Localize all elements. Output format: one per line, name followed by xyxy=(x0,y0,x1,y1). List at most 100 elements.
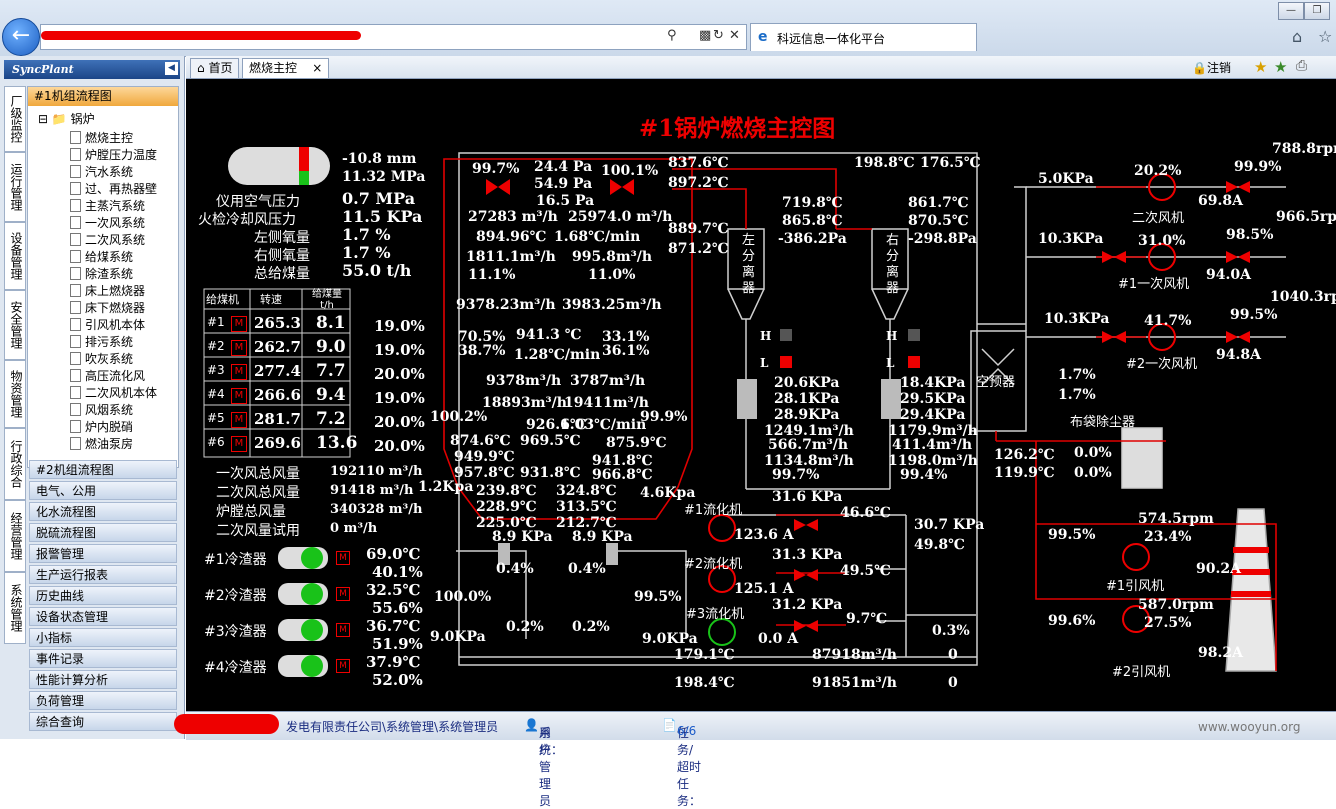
menu-item[interactable]: 事件记录 xyxy=(29,649,177,668)
temp: 49.5℃ xyxy=(840,563,891,579)
logout-button[interactable]: 🔒注销 xyxy=(1192,59,1231,76)
vtab-2[interactable]: 设备管理 xyxy=(4,222,26,290)
param-value: 55.0 t/h xyxy=(342,261,412,280)
menu-item[interactable]: 小指标 xyxy=(29,628,177,647)
air-label: 二次风总风量 xyxy=(216,485,300,501)
tree-item[interactable]: 吹灰系统 xyxy=(70,350,133,367)
task-info[interactable]: 📄 任务/超时任务： 6/6 xyxy=(662,718,701,808)
motor-icon[interactable]: M xyxy=(231,316,247,332)
home-icon[interactable]: ⌂ xyxy=(1292,27,1302,46)
stop-icon[interactable]: ✕ xyxy=(729,28,740,43)
cooler-label: #1冷渣器 xyxy=(204,552,267,568)
temp: 889.7℃ xyxy=(668,221,729,237)
menu-item[interactable]: 脱硫流程图 xyxy=(29,523,177,542)
temp: 313.5℃ xyxy=(556,499,617,515)
close-icon[interactable]: × xyxy=(312,61,322,75)
search-icon[interactable]: ⚲ xyxy=(667,28,677,43)
motor-icon[interactable]: M xyxy=(231,436,247,452)
tree-item[interactable]: 给煤系统 xyxy=(70,248,133,265)
fan-label: #1流化机 xyxy=(684,503,743,518)
menu-item[interactable]: 历史曲线 xyxy=(29,586,177,605)
menu-item[interactable]: 综合查询 xyxy=(29,712,177,731)
tree-item[interactable]: 过、再热器壁 xyxy=(70,180,157,197)
tree-item[interactable]: 床下燃烧器 xyxy=(70,299,145,316)
refresh-icon[interactable]: ↻ xyxy=(713,28,724,43)
vtab-4[interactable]: 物资管理 xyxy=(4,360,26,428)
menu-item[interactable]: 生产运行报表 xyxy=(29,565,177,584)
menu-item[interactable]: #2机组流程图 xyxy=(29,460,177,479)
tab-current[interactable]: 燃烧主控 × xyxy=(242,58,330,78)
table-header: 给煤机 xyxy=(206,293,239,306)
valve-pct: 11.0% xyxy=(588,267,636,283)
tree-item[interactable]: 燃烧主控 xyxy=(70,129,133,146)
vtab-5[interactable]: 行政综合 xyxy=(4,428,26,500)
tree-item[interactable]: 主蒸汽系统 xyxy=(70,197,145,214)
menu-item[interactable]: 报警管理 xyxy=(29,544,177,563)
tree-item[interactable]: 汽水系统 xyxy=(70,163,133,180)
menu-item[interactable]: 化水流程图 xyxy=(29,502,177,521)
current: 0.0 A xyxy=(758,631,799,647)
motor-icon[interactable]: M xyxy=(231,340,247,356)
menu-item[interactable]: 负荷管理 xyxy=(29,691,177,710)
motor-icon[interactable]: M xyxy=(231,388,247,404)
tab-home[interactable]: ⌂ 首页 xyxy=(190,58,240,78)
temp: 941.3 ℃ xyxy=(516,327,582,343)
o2: 1.7% xyxy=(1058,387,1096,403)
compat-icon[interactable]: ▩ xyxy=(699,28,711,43)
tree-item[interactable]: 一次风系统 xyxy=(70,214,145,231)
vtab-1[interactable]: 运行管理 xyxy=(4,152,26,222)
valve-pct: 99.5% xyxy=(634,589,682,605)
flow: 3983.25m³/h xyxy=(562,297,662,313)
fan-label: #2流化机 xyxy=(684,557,743,572)
temp: 49.8℃ xyxy=(914,537,965,553)
vtab-0[interactable]: 厂级监控 xyxy=(4,86,26,152)
valve-pct: 38.7% xyxy=(458,343,506,359)
tree-item[interactable]: 除渣系统 xyxy=(70,265,133,282)
back-arrow-icon[interactable]: ← xyxy=(2,18,40,56)
flow: 87918m³/h xyxy=(812,647,897,663)
table-header: 给煤量 t/h xyxy=(312,289,342,311)
tree-item[interactable]: 炉内脱硝 xyxy=(70,418,133,435)
add-favorite-icon[interactable]: ★ xyxy=(1274,58,1287,76)
value: 0 xyxy=(948,647,958,663)
tree-item[interactable]: 燃油泵房 xyxy=(70,435,133,452)
restore-icon[interactable]: ❐ xyxy=(1304,2,1330,20)
current: 98.2A xyxy=(1198,645,1243,661)
temp: 176.5℃ xyxy=(920,155,981,171)
motor-icon[interactable]: M xyxy=(231,364,247,380)
tree-item[interactable]: 床上燃烧器 xyxy=(70,282,145,299)
motor-icon[interactable]: M xyxy=(231,412,247,428)
tree-item[interactable]: 二次风系统 xyxy=(70,231,145,248)
motor-icon[interactable]: M xyxy=(336,623,350,637)
temp: 126.2℃ xyxy=(994,447,1055,463)
motor-icon[interactable]: M xyxy=(336,659,350,673)
menu-item[interactable]: 性能计算分析 xyxy=(29,670,177,689)
temp: 198.4℃ xyxy=(674,675,735,691)
tree-item[interactable]: 引风机本体 xyxy=(70,316,145,333)
address-bar[interactable]: ⚲ ▩ ↻ ✕ xyxy=(40,24,747,50)
minimize-icon[interactable]: — xyxy=(1278,2,1304,20)
tree-item[interactable]: 风烟系统 xyxy=(70,401,133,418)
tree-item[interactable]: 二次风机本体 xyxy=(70,384,157,401)
motor-icon[interactable]: M xyxy=(336,587,350,601)
vtab-7[interactable]: 系统管理 xyxy=(4,572,26,644)
tree-root[interactable]: ⊟ 📁 锅炉 xyxy=(38,110,95,127)
tree-item[interactable]: 排污系统 xyxy=(70,333,133,350)
collapse-icon[interactable]: ◀ xyxy=(165,62,178,75)
vtab-3[interactable]: 安全管理 xyxy=(4,290,26,360)
print-icon[interactable]: ⎙ xyxy=(1296,58,1307,74)
menu-item[interactable]: 电气、公用 xyxy=(29,481,177,500)
browser-tab[interactable]: e 科远信息一体化平台 xyxy=(750,23,977,51)
pressure: 30.7 KPa xyxy=(914,517,985,533)
valve-pct: 0.4% xyxy=(496,561,534,577)
motor-icon[interactable]: M xyxy=(336,551,350,565)
tree-view: #1机组流程图 ⊟ 📁 锅炉 燃烧主控 炉膛压力温度 汽水系统 过、再热器壁 主蒸汽系统… xyxy=(27,86,179,468)
favorites-icon[interactable]: ☆ xyxy=(1318,27,1332,46)
rpm: 574.5rpm xyxy=(1138,511,1214,527)
tree-item[interactable]: 炉膛压力温度 xyxy=(70,146,157,163)
group-header[interactable]: #1机组流程图 xyxy=(28,87,178,106)
menu-item[interactable]: 设备状态管理 xyxy=(29,607,177,626)
tree-item[interactable]: 高压流化风 xyxy=(70,367,145,384)
vtab-6[interactable]: 经营管理 xyxy=(4,500,26,572)
star-icon[interactable]: ★ xyxy=(1254,58,1267,76)
